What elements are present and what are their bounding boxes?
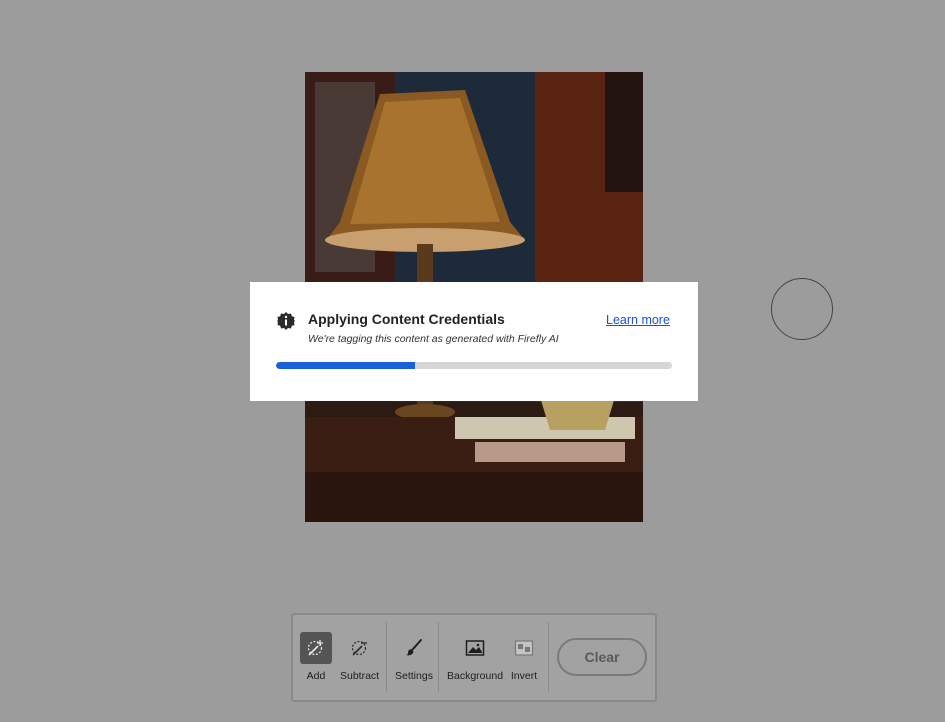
add-tool-button[interactable]: Add [300,632,332,682]
canvas-stage[interactable]: Applying Content Credentials We're taggi… [0,0,945,722]
toast-subtitle: We're tagging this content as generated … [308,333,559,345]
brush-subtract-icon [344,632,376,664]
paintbrush-icon [398,632,430,664]
progress-fill [276,362,415,369]
info-badge-icon [277,312,295,330]
brush-add-icon [300,632,332,664]
tool-label-background: Background [447,670,504,682]
tool-label-settings: Settings [395,670,433,682]
toolbar-divider [386,622,387,692]
learn-more-link[interactable]: Learn more [606,313,670,327]
tool-label-subtract: Subtract [340,670,380,682]
invert-tool-button[interactable]: Invert [508,632,540,682]
progress-bar [276,362,672,369]
image-icon [459,632,491,664]
toolbar-divider [548,622,549,692]
toast-title: Applying Content Credentials [308,311,505,327]
background-tool-button[interactable]: Background [447,632,503,682]
subtract-tool-button[interactable]: Subtract [340,632,379,682]
toolbar-divider [438,622,439,692]
settings-tool-button[interactable]: Settings [395,632,433,682]
tool-label-add: Add [306,670,326,682]
brush-cursor [771,278,833,340]
tool-label-invert: Invert [510,670,538,682]
clear-button[interactable]: Clear [557,638,647,676]
invert-icon [508,632,540,664]
